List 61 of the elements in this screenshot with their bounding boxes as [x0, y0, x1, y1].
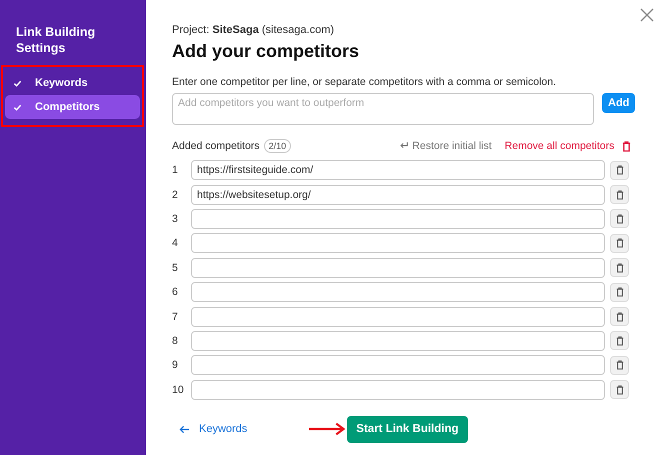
delete-button[interactable] [610, 258, 629, 278]
sidebar-title: Link Building Settings [15, 24, 96, 56]
add-button[interactable]: Add [602, 93, 636, 113]
url-field[interactable]: https://websitesetup.org/ [191, 184, 605, 205]
instructions-text: Enter one competitor per line, or separate competitors with a comma or semicolon. [172, 76, 558, 88]
row-number: 5 [172, 262, 179, 274]
url-field[interactable] [191, 380, 605, 400]
url-field[interactable] [191, 282, 605, 302]
back-link[interactable]: Keywords [179, 423, 248, 436]
row-number: 7 [172, 310, 179, 323]
trash-icon [616, 190, 624, 200]
row-number: 1 [172, 164, 179, 176]
check-icon [13, 78, 22, 88]
trash-icon [616, 384, 624, 395]
list-label: Added competitors [172, 140, 260, 152]
delete-button[interactable] [610, 282, 629, 302]
row-number: 2 [172, 188, 179, 201]
delete-button[interactable] [610, 185, 629, 204]
delete-button[interactable] [610, 160, 629, 180]
url-field[interactable] [191, 208, 605, 229]
delete-button[interactable] [610, 209, 629, 228]
sidebar-item[interactable]: Keywords [5, 71, 140, 95]
trash-icon[interactable] [622, 140, 632, 152]
project-label: Project: SiteSaga (sitesaga.com) [172, 24, 336, 36]
row-number: 9 [172, 359, 179, 372]
return-arrow-icon [399, 141, 410, 151]
url-field[interactable] [191, 306, 605, 327]
check-icon [13, 102, 22, 112]
url-field[interactable] [191, 233, 605, 254]
delete-button[interactable] [610, 380, 629, 400]
row-number: 6 [172, 286, 179, 298]
sidebar-item[interactable]: Competitors [5, 95, 140, 119]
count-badge: 2/10 [264, 139, 292, 153]
row-number: 4 [172, 237, 179, 250]
delete-button[interactable] [610, 307, 629, 326]
left-arrow-icon [179, 424, 190, 434]
url-field[interactable] [191, 258, 605, 278]
trash-icon [616, 165, 624, 176]
restore-link[interactable]: Restore initial list [412, 140, 492, 152]
trash-icon [616, 262, 624, 273]
annotation-arrow [309, 422, 346, 436]
delete-button[interactable] [610, 356, 629, 375]
trash-icon [616, 238, 624, 248]
delete-button[interactable] [610, 331, 629, 350]
delete-button[interactable] [610, 234, 629, 253]
row-number: 3 [172, 212, 179, 225]
url-field[interactable]: https://firstsiteguide.com/ [191, 160, 605, 180]
trash-icon [616, 360, 624, 370]
start-button[interactable]: Start Link Building [347, 416, 468, 443]
remove-all-link[interactable]: Remove all competitors [504, 140, 614, 152]
row-number: 8 [172, 334, 179, 347]
trash-icon [616, 287, 624, 298]
url-field[interactable] [191, 330, 605, 351]
row-number: 10 [172, 384, 185, 396]
trash-icon [616, 336, 624, 346]
competitors-input[interactable]: Add competitors you want to outperform [172, 93, 594, 125]
trash-icon [616, 214, 624, 224]
url-field[interactable] [191, 355, 605, 376]
page-heading: Add your competitors [172, 41, 360, 62]
trash-icon [616, 312, 624, 322]
close-icon[interactable] [640, 8, 654, 22]
